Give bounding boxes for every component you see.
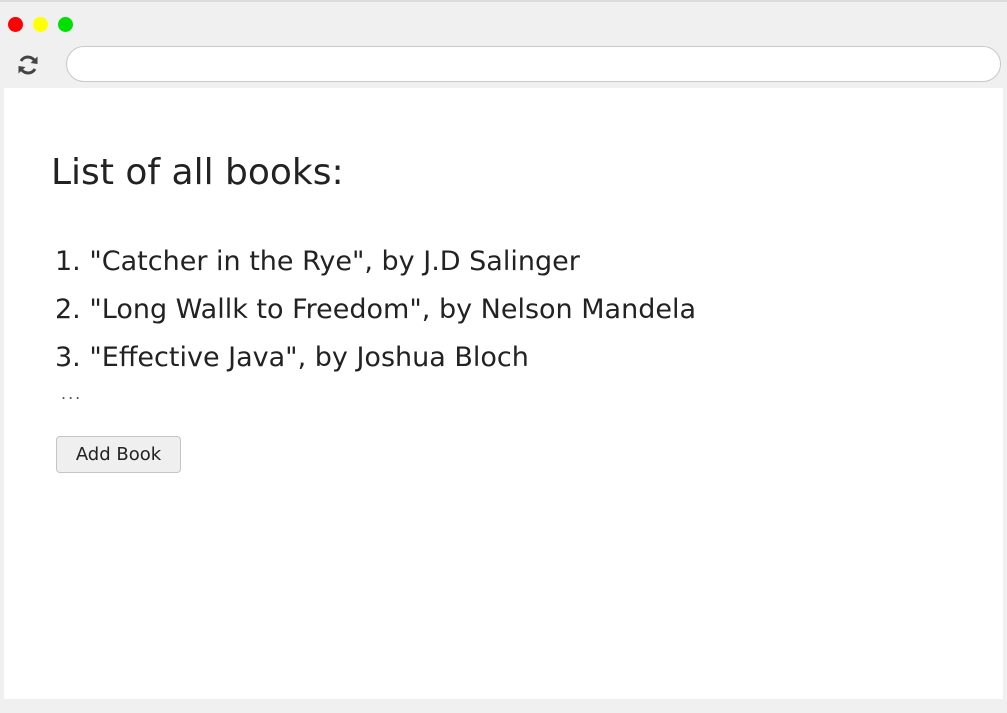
minimize-window-button[interactable] bbox=[33, 17, 48, 32]
window-controls bbox=[8, 17, 73, 32]
address-bar-input[interactable] bbox=[66, 46, 1001, 82]
add-book-button[interactable]: Add Book bbox=[56, 436, 181, 473]
page-content: List of all books: 1. "Catcher in the Ry… bbox=[4, 88, 1003, 699]
book-list-item: 2. "Long Wallk to Freedom", by Nelson Ma… bbox=[55, 294, 696, 325]
more-items-ellipsis: ... bbox=[61, 384, 83, 403]
reload-icon bbox=[18, 55, 38, 75]
book-list-item: 1. "Catcher in the Rye", by J.D Salinger bbox=[55, 246, 580, 277]
book-list-item: 3. "Effective Java", by Joshua Bloch bbox=[55, 342, 529, 373]
book-list: 1. "Catcher in the Rye", by J.D Salinger… bbox=[55, 238, 696, 382]
browser-toolbar bbox=[0, 46, 1007, 84]
browser-window: List of all books: 1. "Catcher in the Ry… bbox=[0, 0, 1007, 713]
close-window-button[interactable] bbox=[8, 17, 23, 32]
maximize-window-button[interactable] bbox=[58, 17, 73, 32]
reload-button[interactable] bbox=[14, 51, 42, 79]
page-title: List of all books: bbox=[51, 152, 344, 193]
